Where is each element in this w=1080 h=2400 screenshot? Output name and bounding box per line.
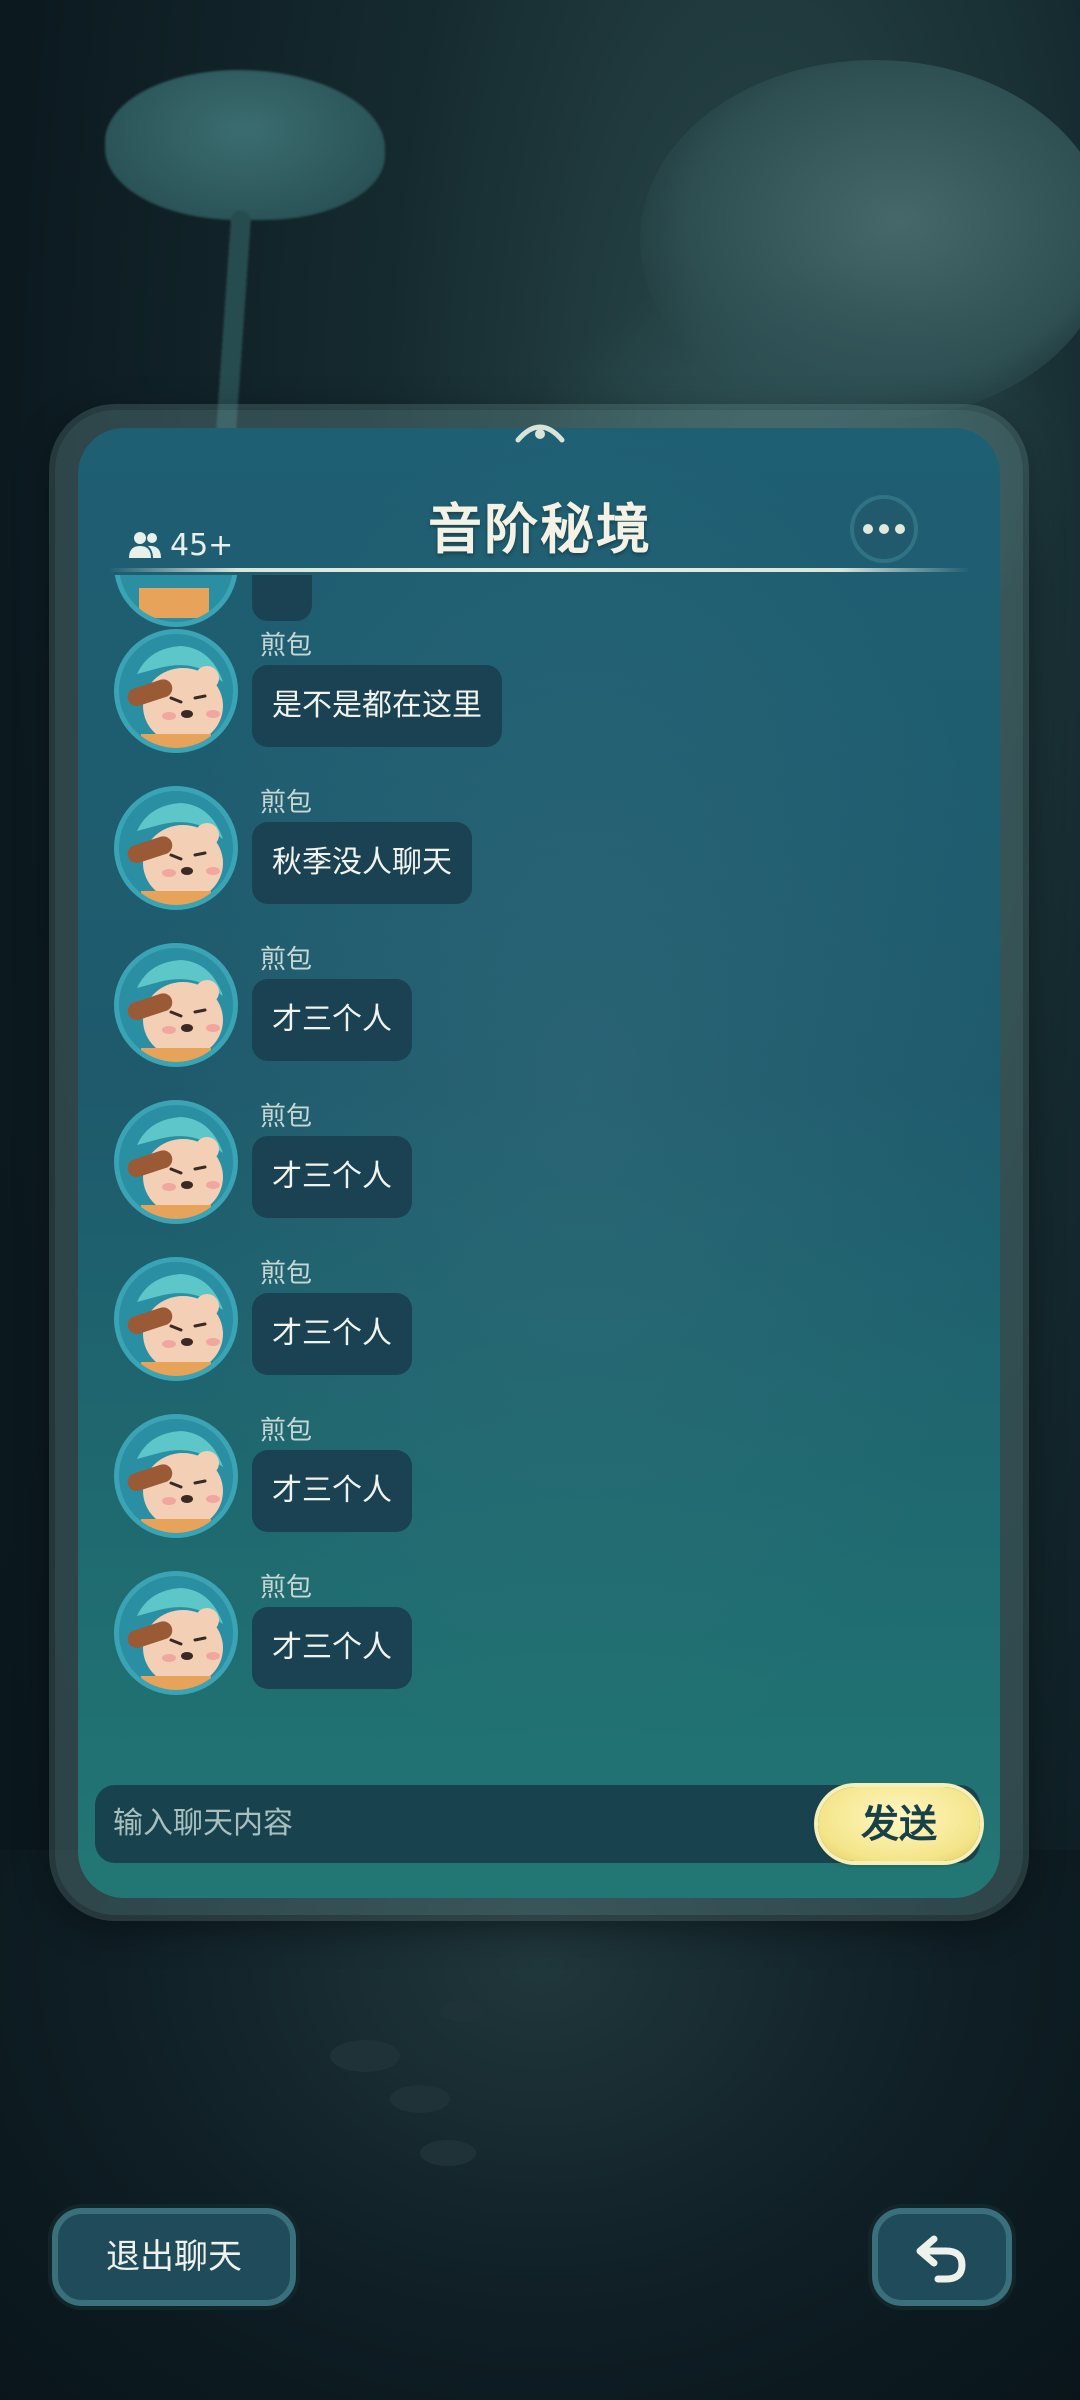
avatar[interactable] — [114, 943, 238, 1067]
more-options-button[interactable] — [850, 495, 918, 563]
more-dot-icon — [863, 524, 873, 534]
avatar[interactable] — [114, 786, 238, 910]
avatar[interactable] — [114, 575, 238, 627]
sender-name: 煎包 — [260, 788, 313, 818]
chat-room-title: 音阶秘境 — [428, 498, 652, 561]
sender-name: 煎包 — [260, 945, 313, 975]
sender-name: 煎包 — [260, 631, 313, 661]
crest-ornament-icon — [515, 424, 565, 443]
online-count: 45+ — [128, 525, 233, 565]
background-stone — [420, 2140, 476, 2166]
online-count-label: 45+ — [170, 527, 234, 563]
message-item: 煎包 秋季没人聊天 — [108, 786, 978, 926]
bear-avatar-icon — [119, 1576, 233, 1690]
more-dot-icon — [895, 524, 905, 534]
chat-input-placeholder: 输入聊天内容 — [113, 1806, 293, 1841]
message-bubble: 才三个人 — [252, 979, 412, 1061]
message-bubble: 是不是都在这里 — [252, 665, 502, 747]
avatar[interactable] — [114, 1571, 238, 1695]
avatar[interactable] — [114, 1100, 238, 1224]
return-arrow-icon — [916, 2235, 966, 2283]
background-ground — [0, 1850, 1080, 2400]
message-bubble: 才三个人 — [252, 1293, 412, 1375]
bear-avatar-icon — [119, 1105, 233, 1219]
message-bubble: 才三个人 — [252, 1450, 412, 1532]
bear-avatar-icon — [119, 1262, 233, 1376]
message-item: 煎包 是不是都在这里 — [108, 629, 978, 769]
send-button[interactable]: 发送 — [818, 1787, 980, 1861]
message-item: 煎包 才三个人 — [108, 943, 978, 1083]
background-tree — [105, 70, 385, 220]
message-bubble — [252, 575, 312, 621]
message-bubble: 才三个人 — [252, 1136, 412, 1218]
bear-avatar-icon — [119, 575, 233, 622]
avatar[interactable] — [114, 1257, 238, 1381]
message-item: 煎包 才三个人 — [108, 1571, 978, 1711]
message-bubble: 才三个人 — [252, 1607, 412, 1689]
more-dot-icon — [879, 524, 889, 534]
exit-chat-button[interactable]: 退出聊天 — [52, 2208, 296, 2306]
sender-name: 煎包 — [260, 1259, 313, 1289]
bear-avatar-icon — [119, 1419, 233, 1533]
message-bubble: 秋季没人聊天 — [252, 822, 472, 904]
users-icon — [129, 532, 161, 558]
background-stone — [390, 2085, 450, 2113]
background-stone — [440, 2000, 484, 2022]
sender-name: 煎包 — [260, 1102, 313, 1132]
avatar[interactable] — [114, 629, 238, 753]
header-divider — [108, 568, 970, 572]
sender-name: 煎包 — [260, 1573, 313, 1603]
back-button[interactable] — [872, 2208, 1012, 2306]
bear-avatar-icon — [119, 948, 233, 1062]
message-item: 煎包 才三个人 — [108, 1257, 978, 1397]
background-stone — [330, 2040, 400, 2072]
message-item: 煎包 才三个人 — [108, 1100, 978, 1240]
sender-name: 煎包 — [260, 1416, 313, 1446]
bear-avatar-icon — [119, 634, 233, 748]
message-item: 煎包 才三个人 — [108, 1414, 978, 1554]
bear-avatar-icon — [119, 791, 233, 905]
avatar[interactable] — [114, 1414, 238, 1538]
message-list[interactable]: 煎包 是不是都在这里 煎包 秋季没人聊天 煎包 才三个人 煎包 才三个人 煎包 … — [108, 575, 978, 1745]
